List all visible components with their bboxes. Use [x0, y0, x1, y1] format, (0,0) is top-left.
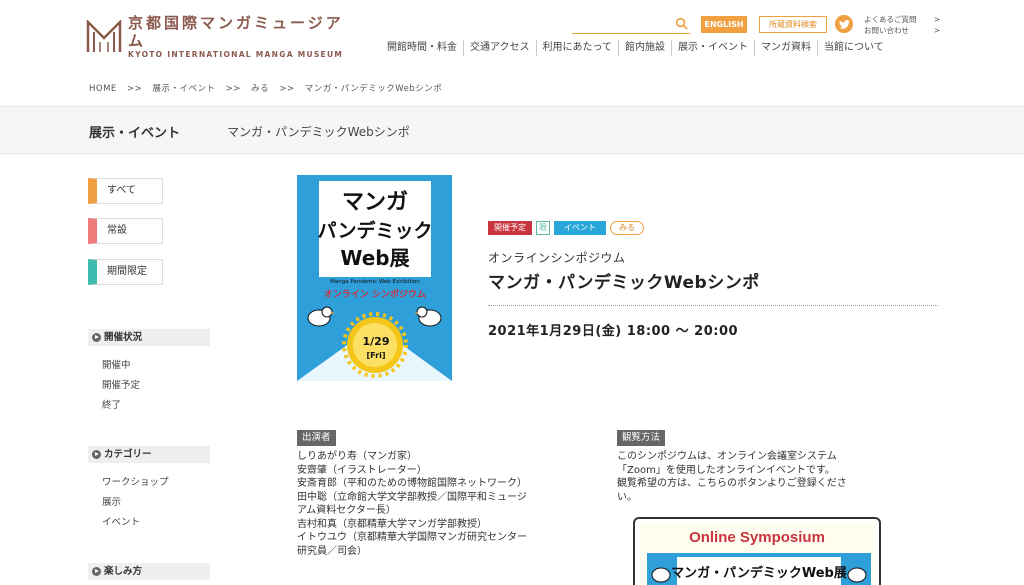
page-title-bar: 展示・イベント マンガ・パンデミックWebシンポ: [0, 106, 1024, 154]
poster-title-line3: Web展: [340, 246, 409, 270]
sidebar-link-workshop[interactable]: ワークショップ: [102, 474, 169, 488]
performer-line: イトウユウ（京都精華大学国際マンガ研究センター: [297, 532, 527, 543]
performer-line: 吉村和真（京都精華大学マンガ学部教授）: [297, 518, 487, 530]
event-title: マンガ・パンデミックWebシンポ: [488, 273, 760, 293]
breadcrumb-current: マンガ・パンデミックWebシンポ: [304, 84, 443, 94]
nav-hours-fees[interactable]: 開館時間・料金: [383, 40, 463, 56]
viewing-line: このシンポジウムは、オンライン会議室システム: [617, 451, 837, 462]
nav-manga-materials[interactable]: マンガ資料: [754, 40, 817, 56]
chevron-right-icon: >: [933, 15, 940, 24]
nav-access[interactable]: 交通アクセス: [463, 40, 536, 56]
english-button[interactable]: ENGLISH: [701, 16, 747, 33]
sidebar-heading-category: カテゴリー: [88, 446, 210, 463]
limited-badge: 限: [536, 221, 550, 235]
sidebar-heading-status: 開催状況: [88, 329, 210, 346]
sidebar-tab-limited[interactable]: 期間限定: [88, 259, 163, 285]
breadcrumb-home[interactable]: HOME: [89, 84, 117, 94]
breadcrumb-separator: >>: [225, 84, 241, 94]
banner-title: Online Symposium: [689, 529, 825, 546]
nav-usage[interactable]: 利用にあたって: [535, 40, 619, 56]
banner-strip: マンガ・パンデミックWeb展: [647, 553, 871, 585]
page-title: マンガ・パンデミックWebシンポ: [227, 125, 410, 139]
breadcrumb-separator: >>: [279, 84, 295, 94]
arrow-bullet-icon: [92, 567, 101, 576]
poster-day: [Fri]: [367, 351, 386, 360]
breadcrumb-see[interactable]: みる: [251, 84, 269, 94]
bird-icon: [651, 567, 671, 583]
event-poster: マンガ パンデミック Web展 Manga Pandemic Web Exhib…: [297, 175, 452, 381]
poster-subtitle-jp: オンライン シンポジウム: [324, 288, 426, 300]
page-category: 展示・イベント: [89, 126, 181, 141]
event-datetime: 2021年1月29日(金) 18:00 〜 20:00: [488, 324, 739, 339]
poster-artwork: マンガ パンデミック Web展 Manga Pandemic Web Exhib…: [297, 175, 452, 381]
logo-title-jp: 京都国際マンガミュージアム: [128, 14, 344, 50]
sidebar-tab-all[interactable]: すべて: [88, 178, 163, 204]
dotted-divider: [488, 305, 938, 306]
search-input[interactable]: [572, 14, 690, 34]
sidebar-tab-permanent[interactable]: 常設: [88, 218, 163, 244]
viewing-label: 観覧方法: [617, 430, 666, 446]
nav-about[interactable]: 当館について: [817, 40, 890, 56]
contact-link[interactable]: お問い合わせ >: [864, 25, 940, 36]
kind-badge: みる: [610, 221, 644, 235]
sidebar-link-ongoing[interactable]: 開催中: [102, 357, 131, 371]
performers-list: しりあがり寿（マンガ家） 安齋肇（イラストレーター） 安斎育郎（平和のための博物…: [297, 450, 587, 558]
banner-strip-text: マンガ・パンデミックWeb展: [671, 565, 848, 581]
faq-link[interactable]: よくあるご質問 >: [864, 14, 940, 25]
viewing-line: 「Zoom」を使用したオンラインイベントです。: [617, 464, 835, 476]
poster-date: 1/29: [363, 335, 390, 348]
nav-exhibitions-events[interactable]: 展示・イベント: [671, 40, 754, 56]
arrow-bullet-icon: [92, 450, 101, 459]
event-subtitle: オンラインシンポジウム: [488, 251, 626, 265]
breadcrumb: HOME >> 展示・イベント >> みる >> マンガ・パンデミックWebシン…: [89, 82, 449, 94]
breadcrumb-separator: >>: [127, 84, 143, 94]
category-badge: イベント: [554, 221, 606, 235]
poster-subtitle-en: Manga Pandemic Web Exhibition: [330, 279, 420, 285]
museum-logo[interactable]: 京都国際マンガミュージアム KYOTO INTERNATIONAL MANGA …: [86, 14, 356, 59]
twitter-icon[interactable]: [835, 15, 853, 33]
global-nav: 開館時間・料金 交通アクセス 利用にあたって 館内施設 展示・イベント マンガ資…: [383, 40, 890, 56]
sidebar-link-ended[interactable]: 終了: [102, 397, 121, 411]
nav-facilities[interactable]: 館内施設: [618, 40, 671, 56]
performer-line: 研究員／司会）: [297, 545, 367, 557]
viewing-line: 観覧希望の方は、こちらのボタンよりご登録くださ: [617, 478, 847, 489]
status-badge: 開催予定: [488, 221, 532, 235]
performer-line: しりあがり寿（マンガ家）: [297, 451, 417, 462]
sidebar-link-upcoming[interactable]: 開催予定: [102, 377, 140, 391]
arrow-bullet-icon: [92, 333, 101, 342]
sidebar-link-exhibition[interactable]: 展示: [102, 494, 121, 508]
symposium-register-banner[interactable]: Online Symposium マンガ・パンデミックWeb展: [633, 517, 881, 585]
poster-title-line1: マンガ: [342, 190, 408, 215]
logo-title-en: KYOTO INTERNATIONAL MANGA MUSEUM: [128, 50, 344, 59]
poster-title-line2: パンデミック: [318, 219, 433, 242]
performers-label: 出演者: [297, 430, 336, 446]
performer-line: 安齋肇（イラストレーター）: [297, 464, 427, 476]
search-icon[interactable]: [675, 17, 688, 30]
logo-mark-icon: [86, 18, 122, 54]
performer-line: 田中聡（立命館大学文学部教授／国際平和ミュージ: [297, 491, 527, 503]
holdings-search-button[interactable]: 所蔵資料検索: [759, 16, 827, 33]
bird-icon: [847, 567, 867, 583]
sidebar-heading-enjoy: 楽しみ方: [88, 563, 210, 580]
sidebar-link-event[interactable]: イベント: [102, 514, 140, 528]
performer-line: 安斎育郎（平和のための博物館国際ネットワーク）: [297, 478, 527, 489]
viewing-description: このシンポジウムは、オンライン会議室システム 「Zoom」を使用したオンラインイ…: [617, 450, 897, 504]
chevron-right-icon: >: [933, 26, 940, 35]
performer-line: アム資料セクター長）: [297, 505, 396, 516]
event-tags: 開催予定 限 イベント みる: [488, 221, 644, 235]
breadcrumb-exhibitions[interactable]: 展示・イベント: [152, 84, 215, 94]
viewing-line: い。: [617, 491, 637, 503]
